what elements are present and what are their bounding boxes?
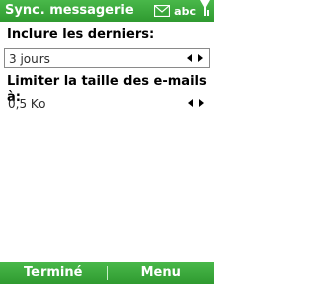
arrow-left-icon[interactable]: [188, 99, 193, 107]
include-period-picker[interactable]: 3 jours: [4, 48, 210, 68]
arrow-left-icon[interactable]: [187, 54, 192, 62]
title-bar: Sync. messagerie abc: [0, 0, 214, 22]
menu-softkey[interactable]: Menu: [108, 262, 215, 284]
arrow-right-icon[interactable]: [198, 54, 203, 62]
screen-title: Sync. messagerie: [5, 3, 134, 18]
include-period-value: 3 jours: [9, 52, 50, 66]
status-icons: abc: [154, 0, 210, 22]
envelope-icon: [154, 2, 171, 21]
signal-icon: [200, 0, 210, 22]
include-label: Inclure les derniers:: [7, 27, 155, 42]
input-mode-indicator: abc: [174, 4, 196, 18]
arrow-right-icon[interactable]: [199, 99, 204, 107]
done-softkey[interactable]: Terminé: [0, 262, 107, 284]
limit-size-picker[interactable]: 0,5 Ko: [4, 94, 210, 114]
softkey-bar: Terminé Menu: [0, 262, 214, 284]
limit-size-value: 0,5 Ko: [8, 97, 46, 111]
